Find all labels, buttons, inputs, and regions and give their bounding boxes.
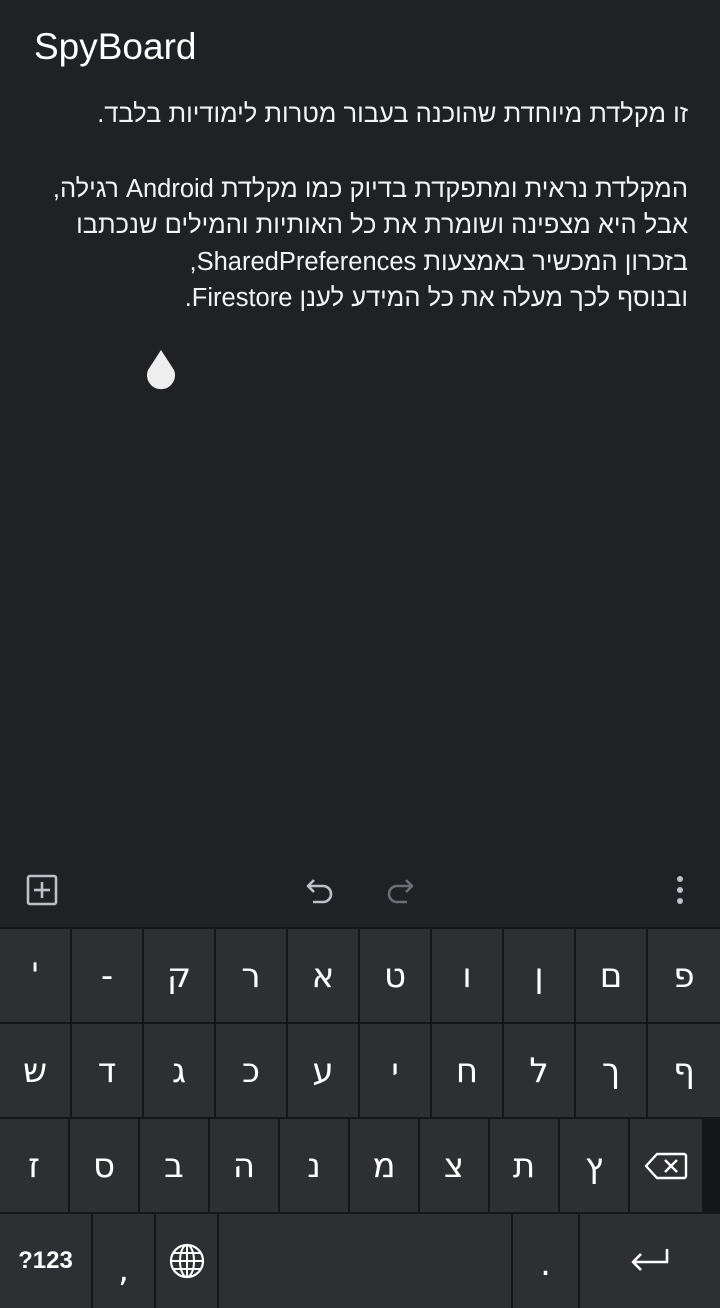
key-label: ב: [164, 1145, 184, 1186]
key-label: ו: [462, 955, 472, 996]
text-line-3: אבל היא מצפינה ושומרת את כל האותיות והמי…: [76, 211, 688, 276]
key-row2-4[interactable]: י: [360, 1024, 432, 1117]
key-row3-2[interactable]: צ: [420, 1119, 490, 1212]
comma-key[interactable]: ,: [93, 1214, 156, 1308]
backspace-icon: [644, 1152, 688, 1179]
key-label: צ: [443, 1145, 465, 1186]
key-label: ך: [601, 1050, 621, 1091]
key-row1-3[interactable]: ו: [432, 929, 504, 1022]
add-box-icon[interactable]: [20, 858, 64, 922]
key-row3-3[interactable]: מ: [350, 1119, 420, 1212]
key-label: י: [391, 1050, 399, 1091]
keyboard-row-3: זסבהנמצתץ: [0, 1119, 720, 1212]
key-label: ף: [673, 1050, 695, 1091]
period-key-label: .: [540, 1244, 551, 1284]
key-label: ת: [512, 1145, 536, 1186]
key-label: ד: [97, 1050, 117, 1091]
key-label: ה: [232, 1145, 256, 1186]
language-key[interactable]: [156, 1214, 219, 1308]
key-label: ש: [22, 1050, 48, 1091]
key-row1-5[interactable]: א: [288, 929, 360, 1022]
key-row1-9[interactable]: ': [0, 929, 72, 1022]
key-label: ק: [166, 955, 192, 996]
key-row3-8[interactable]: ז: [0, 1119, 70, 1212]
key-label: ץ: [584, 1145, 604, 1186]
period-key[interactable]: .: [513, 1214, 580, 1308]
redo-icon[interactable]: [378, 858, 422, 922]
keyboard-toolbar: [0, 858, 720, 922]
enter-icon: [631, 1249, 669, 1271]
key-row1-1[interactable]: ם: [576, 929, 648, 1022]
keyboard-row-1: ' - ק ר א ט ו ן ם פ: [0, 929, 720, 1022]
key-row1-7[interactable]: ק: [144, 929, 216, 1022]
app-title: SpyBoard: [34, 26, 197, 67]
key-label: ן: [534, 955, 544, 996]
symbols-key-label: ?123: [18, 1247, 73, 1274]
key-label: ם: [599, 955, 623, 996]
key-label: ': [30, 955, 40, 996]
key-row3-6[interactable]: ב: [140, 1119, 210, 1212]
key-row2-1[interactable]: ך: [576, 1024, 648, 1117]
keyboard: ' - ק ר א ט ו ן ם פ ש ד ג כ ע י ח ל ך ף ז ס ב ה נ מ צ ת ץ ?123 ,: [0, 927, 720, 1308]
key-label: ז: [28, 1145, 40, 1186]
more-vert-icon[interactable]: [658, 858, 702, 922]
enter-key[interactable]: [580, 1214, 720, 1308]
backspace-key[interactable]: [630, 1119, 702, 1212]
space-key[interactable]: [219, 1214, 513, 1308]
cursor-handle[interactable]: [144, 348, 178, 390]
key-label: מ: [372, 1145, 396, 1186]
key-label: ר: [241, 955, 261, 996]
key-row2-2[interactable]: ל: [504, 1024, 576, 1117]
keyboard-row-2: שדגכעיחלךף: [0, 1024, 720, 1117]
key-label: כ: [242, 1050, 260, 1091]
key-row1-8[interactable]: -: [72, 929, 144, 1022]
key-label: ס: [92, 1145, 116, 1186]
key-row2-0[interactable]: ף: [648, 1024, 720, 1117]
key-row2-3[interactable]: ח: [432, 1024, 504, 1117]
symbols-key[interactable]: ?123: [0, 1214, 93, 1308]
key-label: ע: [312, 1050, 334, 1091]
key-row2-6[interactable]: כ: [216, 1024, 288, 1117]
key-row2-7[interactable]: ג: [144, 1024, 216, 1117]
text-line-1: זו מקלדת מיוחדת שהוכנה בעבור מטרות לימוד…: [97, 100, 688, 128]
key-row2-9[interactable]: ש: [0, 1024, 72, 1117]
key-row3-1[interactable]: ת: [490, 1119, 560, 1212]
key-row3-0[interactable]: ץ: [560, 1119, 630, 1212]
key-row2-5[interactable]: ע: [288, 1024, 360, 1117]
key-label: -: [100, 955, 114, 996]
key-label: ל: [529, 1050, 549, 1091]
key-label: ח: [455, 1050, 479, 1091]
key-label: נ: [307, 1145, 321, 1186]
cursor-drop-icon: [147, 350, 175, 390]
text-line-4: ובנוסף לכך מעלה את כל המידע לענן Firesto…: [184, 284, 688, 312]
text-line-2: המקלדת נראית ומתפקדת בדיוק כמו מקלדת And…: [52, 174, 688, 203]
text-content[interactable]: זו מקלדת מיוחדת שהוכנה בעבור מטרות לימוד…: [28, 96, 688, 317]
key-row3-5[interactable]: ה: [210, 1119, 280, 1212]
key-row1-2[interactable]: ן: [504, 929, 576, 1022]
key-row1-0[interactable]: פ: [648, 929, 720, 1022]
key-label: פ: [673, 955, 695, 996]
globe-icon: [169, 1243, 204, 1279]
key-row3-4[interactable]: נ: [280, 1119, 350, 1212]
key-label: ט: [383, 955, 407, 996]
key-row2-8[interactable]: ד: [72, 1024, 144, 1117]
key-label: א: [311, 955, 335, 996]
key-row1-6[interactable]: ר: [216, 929, 288, 1022]
comma-key-label: ,: [118, 1250, 129, 1290]
key-row1-4[interactable]: ט: [360, 929, 432, 1022]
undo-icon[interactable]: [298, 858, 342, 922]
key-row3-7[interactable]: ס: [70, 1119, 140, 1212]
keyboard-row-4: ?123 , .: [0, 1214, 720, 1308]
key-label: ג: [171, 1050, 186, 1091]
